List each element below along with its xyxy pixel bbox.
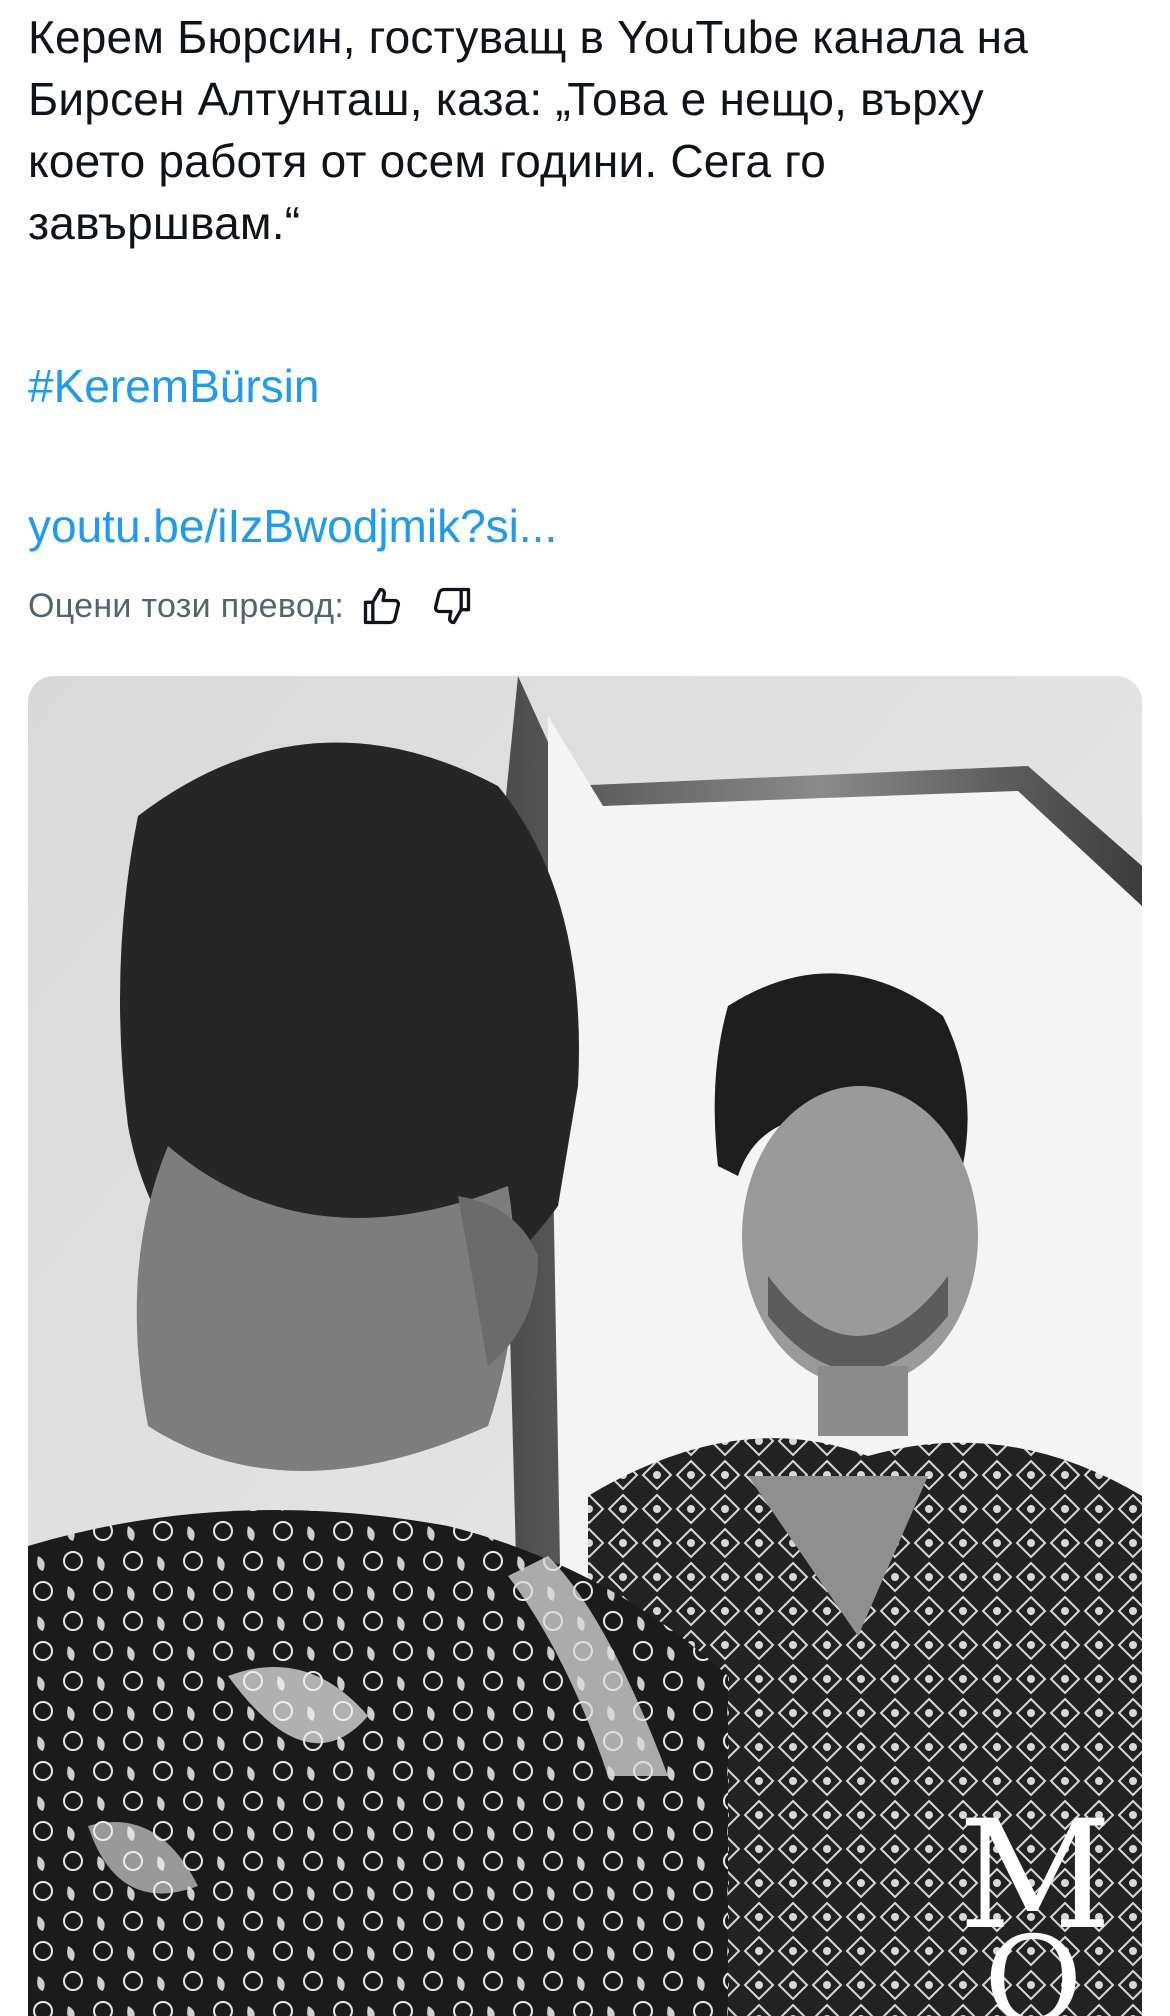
- thumbs-up-icon: [364, 587, 401, 625]
- tweet-text: Керем Бюрсин, гостуващ в YouTube канала …: [28, 11, 1029, 249]
- thumbs-down-button[interactable]: [428, 582, 476, 630]
- youtube-link[interactable]: youtu.be/iIzBwodjmik?si...: [28, 495, 557, 557]
- magazine-logo: M O: [958, 1801, 1112, 2016]
- tweet-photo[interactable]: M O: [28, 676, 1142, 2016]
- thumbs-up-button[interactable]: [358, 582, 406, 630]
- thumbs-down-icon: [434, 587, 471, 625]
- hashtag-link[interactable]: #KeremBürsin: [28, 355, 319, 417]
- rate-translation-label: Оцени този превод:: [28, 586, 345, 625]
- translation-feedback: Оцени този превод:: [28, 578, 476, 634]
